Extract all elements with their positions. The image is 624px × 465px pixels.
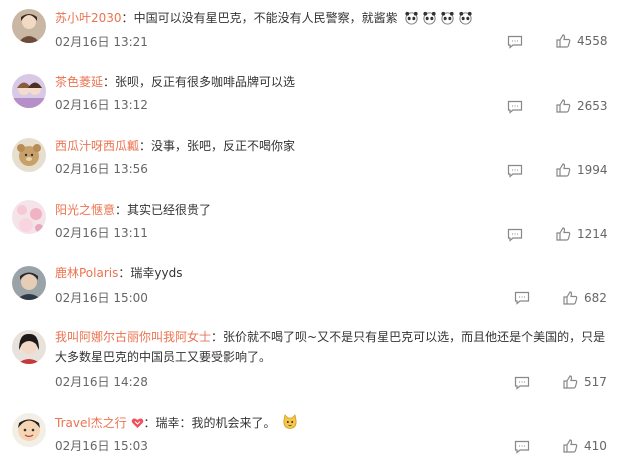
separator: ： — [103, 75, 116, 89]
separator: ： — [118, 266, 131, 280]
comment-icon — [507, 228, 523, 242]
separator: ： — [121, 11, 134, 25]
comment-text: 瑞幸：我的机会来了。 — [155, 416, 276, 430]
comment-icon — [514, 291, 530, 305]
like-count: 1994 — [577, 163, 608, 177]
separator: ： — [115, 203, 128, 217]
comment-text: 瑞幸yyds — [130, 266, 183, 280]
avatar[interactable] — [12, 413, 46, 447]
comment-icon — [507, 100, 523, 114]
avatar[interactable] — [12, 138, 46, 172]
username[interactable]: Travel杰之行 — [55, 416, 127, 430]
thumbs-up-icon — [556, 227, 571, 241]
avatar[interactable] — [12, 74, 46, 108]
comment-text: 中国可以没有星巴克，不能没有人民警察，就酱紫 — [133, 11, 398, 25]
like-count: 4558 — [577, 34, 608, 48]
like-button[interactable]: 682 — [563, 291, 607, 305]
comment-text-continued: 大多数星巴克的中国员工又要受影响了。 — [55, 350, 272, 364]
thumbs-up-icon — [556, 34, 571, 48]
panda-emoji — [423, 11, 436, 25]
username[interactable]: 阳光之惬意 — [55, 203, 115, 217]
reply-button[interactable] — [507, 35, 523, 49]
separator: ： — [143, 416, 156, 430]
like-count: 410 — [584, 439, 607, 453]
thumbs-up-icon — [563, 439, 578, 453]
timestamp: 02月16日 15:00 — [55, 291, 148, 305]
avatar[interactable] — [12, 266, 46, 300]
comment-icon — [507, 164, 523, 178]
like-button[interactable]: 4558 — [556, 34, 608, 48]
thumbs-up-icon — [563, 375, 578, 389]
timestamp: 02月16日 13:11 — [55, 226, 148, 240]
thumbs-up-icon — [556, 99, 571, 113]
username[interactable]: 鹿林Polaris — [55, 266, 118, 280]
username[interactable]: 西瓜汁呀西瓜瓤 — [55, 139, 139, 153]
like-button[interactable]: 1214 — [556, 227, 608, 241]
username[interactable]: 苏小叶2030 — [55, 11, 122, 25]
like-button[interactable]: 2653 — [556, 99, 608, 113]
cat-emoji — [283, 414, 297, 429]
panda-emoji — [441, 11, 454, 25]
like-button[interactable]: 517 — [563, 375, 607, 389]
timestamp: 02月16日 13:21 — [55, 35, 148, 49]
like-button[interactable]: 1994 — [556, 163, 608, 177]
like-count: 517 — [584, 375, 607, 389]
reply-button[interactable] — [507, 228, 523, 242]
comment-text: 没事，张吧，反正不喝你家 — [151, 139, 296, 153]
timestamp: 02月16日 14:28 — [55, 375, 148, 389]
avatar[interactable] — [12, 200, 46, 234]
thumbs-up-icon — [563, 291, 578, 305]
vip-heart-badge — [131, 418, 143, 428]
reply-button[interactable] — [514, 376, 530, 390]
separator: ： — [139, 139, 152, 153]
avatar[interactable] — [12, 9, 46, 43]
comment-text: 张呗，反正有很多咖啡品牌可以选 — [115, 75, 296, 89]
reply-button[interactable] — [507, 164, 523, 178]
separator: ： — [211, 330, 224, 344]
reply-button[interactable] — [514, 440, 530, 454]
comment-icon — [514, 440, 530, 454]
panda-emoji — [405, 11, 418, 25]
comment-icon — [507, 35, 523, 49]
username[interactable]: 我叫阿娜尔古丽你叫我阿女士 — [55, 330, 211, 344]
panda-emoji-group — [401, 11, 473, 25]
username[interactable]: 茶色菱延 — [55, 75, 103, 89]
comment-text: 其实已经很贵了 — [127, 203, 212, 217]
avatar[interactable] — [12, 330, 46, 364]
timestamp: 02月16日 15:03 — [55, 439, 148, 453]
comment-icon — [514, 376, 530, 390]
reply-button[interactable] — [507, 100, 523, 114]
reply-button[interactable] — [514, 291, 530, 305]
comment-text: 张价就不喝了呗~又不是只有星巴克可以选，而且他还是个美国的，只是 — [223, 330, 606, 344]
thumbs-up-icon — [556, 163, 571, 177]
timestamp: 02月16日 13:56 — [55, 162, 148, 176]
panda-emoji — [459, 11, 472, 25]
like-button[interactable]: 410 — [563, 439, 607, 453]
like-count: 1214 — [577, 227, 608, 241]
like-count: 682 — [584, 291, 607, 305]
timestamp: 02月16日 13:12 — [55, 98, 148, 112]
like-count: 2653 — [577, 99, 608, 113]
